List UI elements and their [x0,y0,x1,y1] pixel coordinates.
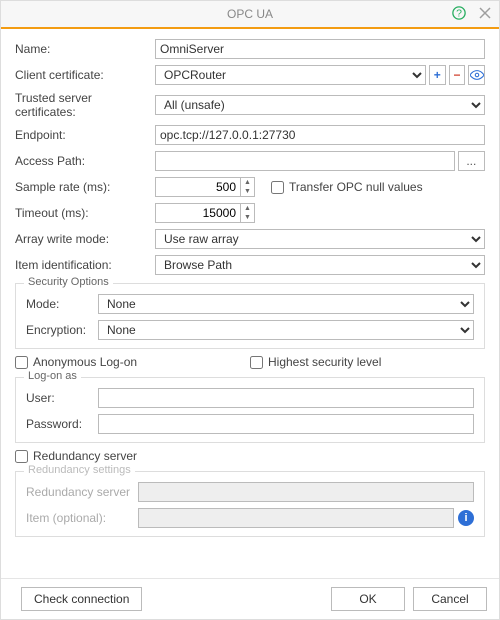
label-client-cert: Client certificate: [15,68,155,82]
security-options-group: Security Options Mode: None Encryption: … [15,283,485,349]
dialog-title: OPC UA [227,7,273,21]
password-input[interactable] [98,414,474,434]
check-connection-button[interactable]: Check connection [21,587,142,611]
access-path-browse-button[interactable]: ... [458,151,485,171]
chevron-up-icon[interactable]: ▲ [241,204,254,213]
label-item-optional: Item (optional): [26,511,138,525]
label-name: Name: [15,42,155,56]
label-sample-rate: Sample rate (ms): [15,180,155,194]
label-trusted-certs: Trusted server certificates: [15,91,155,119]
sample-rate-input[interactable] [155,177,241,197]
add-cert-button[interactable]: + [429,65,446,85]
redundancy-server-checkbox[interactable]: Redundancy server [15,449,137,463]
close-icon[interactable] [477,5,493,21]
timeout-input[interactable] [155,203,241,223]
svg-text:?: ? [456,8,462,20]
anonymous-logon-checkbox[interactable]: Anonymous Log-on [15,355,250,369]
encryption-select[interactable]: None [98,320,474,340]
chevron-down-icon[interactable]: ▼ [241,187,254,196]
client-cert-select[interactable]: OPCRouter [155,65,426,85]
item-optional-input [138,508,454,528]
label-encryption: Encryption: [26,323,98,337]
access-path-input[interactable] [155,151,455,171]
label-timeout: Timeout (ms): [15,206,155,220]
label-item-ident: Item identification: [15,258,155,272]
label-redundancy-server: Redundancy server [26,485,138,499]
transfer-null-checkbox[interactable]: Transfer OPC null values [271,180,423,194]
remove-cert-button[interactable]: − [449,65,466,85]
ok-button[interactable]: OK [331,587,405,611]
item-ident-select[interactable]: Browse Path [155,255,485,275]
label-mode: Mode: [26,297,98,311]
titlebar: OPC UA ? [1,1,499,29]
endpoint-input[interactable] [155,125,485,145]
label-user: User: [26,391,98,405]
logon-as-group: Log-on as User: Password: [15,377,485,443]
dialog-footer: Check connection OK Cancel [1,578,499,619]
trusted-certs-select[interactable]: All (unsafe) [155,95,485,115]
label-access-path: Access Path: [15,154,155,168]
label-password: Password: [26,417,98,431]
highest-security-checkbox[interactable]: Highest security level [250,355,485,369]
cancel-button[interactable]: Cancel [413,587,487,611]
dialog-body: Name: Client certificate: OPCRouter + − … [1,29,499,578]
sample-rate-stepper[interactable]: ▲▼ [155,177,255,197]
view-cert-button[interactable] [468,65,485,85]
redundancy-settings-group: Redundancy settings Redundancy server It… [15,471,485,537]
label-endpoint: Endpoint: [15,128,155,142]
security-mode-select[interactable]: None [98,294,474,314]
chevron-up-icon[interactable]: ▲ [241,178,254,187]
chevron-down-icon[interactable]: ▼ [241,213,254,222]
name-input[interactable] [155,39,485,59]
array-write-select[interactable]: Use raw array [155,229,485,249]
label-array-write: Array write mode: [15,232,155,246]
info-icon[interactable]: i [458,510,474,526]
timeout-stepper[interactable]: ▲▼ [155,203,255,223]
redundancy-server-input [138,482,474,502]
user-input[interactable] [98,388,474,408]
help-icon[interactable]: ? [451,5,467,21]
